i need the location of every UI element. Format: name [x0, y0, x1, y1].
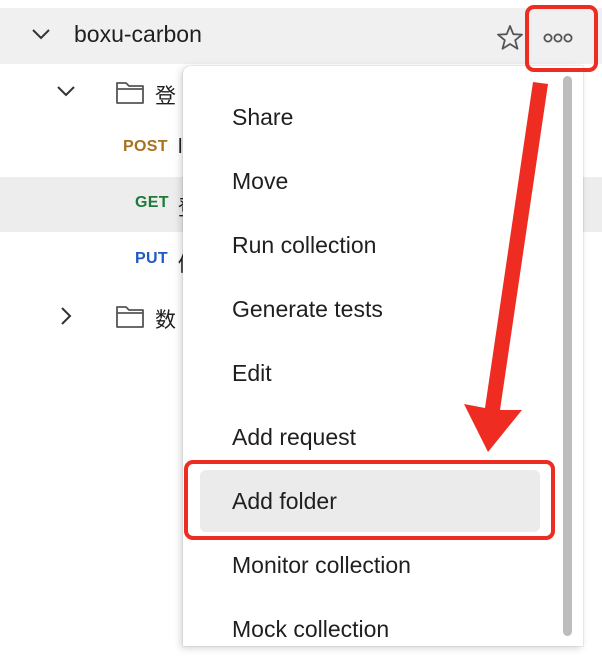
folder-name: 数 — [155, 308, 176, 332]
star-icon[interactable] — [496, 24, 524, 56]
method-badge-put: PUT — [135, 250, 168, 267]
menu-item-mock-collection[interactable]: Mock collection — [200, 598, 540, 660]
chevron-down-icon[interactable] — [32, 28, 50, 40]
menu-item-monitor-collection[interactable]: Monitor collection — [200, 534, 540, 596]
menu-scrollbar[interactable] — [563, 76, 572, 636]
request-label[interactable]: l — [178, 136, 182, 159]
annotation-arrow — [464, 82, 548, 452]
folder-icon — [115, 303, 145, 334]
chevron-right-icon[interactable] — [60, 306, 72, 326]
chevron-down-icon[interactable] — [57, 85, 75, 97]
folder-name: 登 — [155, 84, 176, 108]
method-badge-get: GET — [135, 194, 169, 211]
folder-icon — [115, 79, 145, 110]
collection-name: boxu-carbon — [74, 21, 202, 47]
annotation-highlight-add-folder — [184, 460, 555, 540]
method-badge-post: POST — [123, 138, 168, 155]
